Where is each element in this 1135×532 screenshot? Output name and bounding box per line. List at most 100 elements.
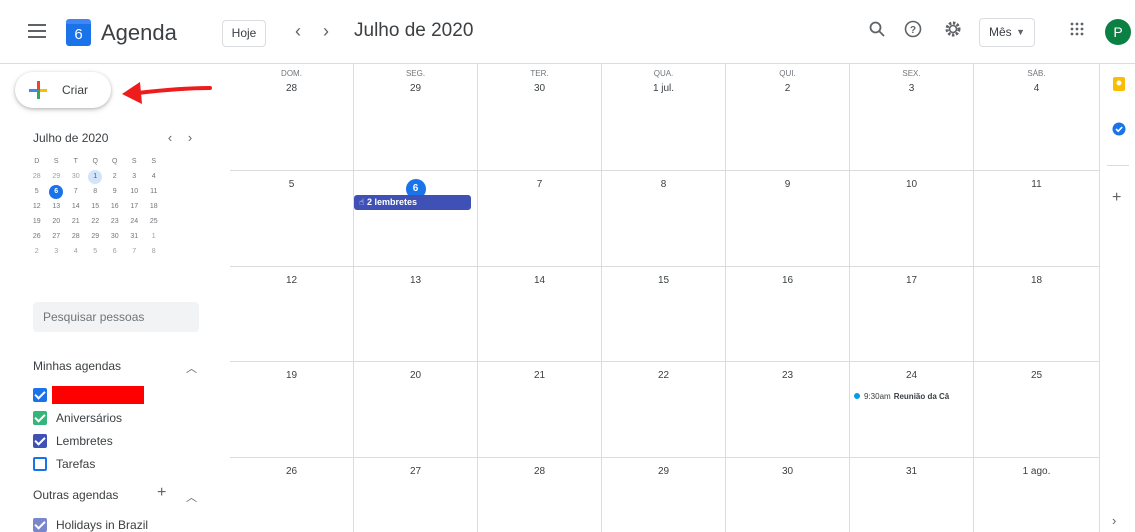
mini-day[interactable]: 17 bbox=[125, 199, 145, 214]
day-cell[interactable]: 20 bbox=[354, 362, 478, 458]
calendar-item-aniversarios[interactable]: Aniversários bbox=[33, 409, 122, 427]
mini-day[interactable]: 16 bbox=[105, 199, 125, 214]
mini-day[interactable]: 1 bbox=[144, 229, 164, 244]
day-number[interactable]: 16 bbox=[726, 275, 849, 286]
day-cell[interactable]: 14 bbox=[478, 267, 602, 362]
day-number[interactable]: 24 bbox=[850, 370, 973, 381]
day-cell[interactable]: 31 bbox=[850, 458, 974, 532]
mini-day[interactable]: 6 bbox=[105, 244, 125, 259]
day-number[interactable]: 15 bbox=[602, 275, 725, 286]
day-number[interactable]: 12 bbox=[230, 275, 353, 286]
collapse-caret-icon[interactable]: ︿ bbox=[186, 489, 197, 505]
app-title[interactable]: Agenda bbox=[101, 20, 177, 46]
day-number[interactable]: 18 bbox=[974, 275, 1099, 286]
settings-gear-icon[interactable] bbox=[941, 20, 965, 44]
day-cell[interactable]: 24 bbox=[850, 362, 974, 458]
mini-day[interactable]: 22 bbox=[86, 214, 106, 229]
search-icon[interactable] bbox=[865, 20, 889, 44]
day-cell[interactable]: 22 bbox=[602, 362, 726, 458]
mini-day[interactable]: 15 bbox=[86, 199, 106, 214]
keep-notes-icon[interactable] bbox=[1112, 76, 1126, 91]
day-number[interactable]: 5 bbox=[230, 179, 353, 190]
day-cell[interactable]: 6 bbox=[354, 171, 478, 267]
mini-day[interactable]: 25 bbox=[144, 214, 164, 229]
day-cell[interactable]: 21 bbox=[478, 362, 602, 458]
mini-day[interactable]: 28 bbox=[66, 229, 86, 244]
day-number[interactable]: 4 bbox=[974, 83, 1099, 94]
day-number[interactable]: 14 bbox=[478, 275, 601, 286]
add-calendar-plus-icon[interactable]: + bbox=[157, 484, 166, 502]
event-item[interactable]: 9:30am Reunião da Câ bbox=[854, 389, 970, 403]
day-cell[interactable]: QUI. 2 bbox=[726, 64, 850, 171]
mini-day[interactable]: 20 bbox=[47, 214, 67, 229]
mini-day[interactable]: 8 bbox=[144, 244, 164, 259]
mini-day[interactable]: 29 bbox=[86, 229, 106, 244]
day-number[interactable]: 9 bbox=[726, 179, 849, 190]
day-number[interactable]: 29 bbox=[602, 466, 725, 477]
day-number[interactable]: 2 bbox=[726, 83, 849, 94]
day-number[interactable]: 3 bbox=[850, 83, 973, 94]
mini-day[interactable]: 2 bbox=[105, 169, 125, 184]
day-cell[interactable]: 13 bbox=[354, 267, 478, 362]
day-cell[interactable]: 23 bbox=[726, 362, 850, 458]
mini-day[interactable]: 30 bbox=[66, 169, 86, 184]
mini-day[interactable]: 10 bbox=[125, 184, 145, 199]
calendar-item-lembretes[interactable]: Lembretes bbox=[33, 432, 113, 450]
checkbox-checked-icon[interactable] bbox=[33, 388, 47, 402]
day-number[interactable]: 13 bbox=[354, 275, 477, 286]
expand-panel-chevron-icon[interactable]: › bbox=[1112, 514, 1126, 528]
day-number[interactable]: 7 bbox=[478, 179, 601, 190]
day-number[interactable]: 30 bbox=[478, 83, 601, 94]
day-number[interactable]: 1 ago. bbox=[974, 466, 1099, 477]
mini-day[interactable]: 5 bbox=[86, 244, 106, 259]
day-number[interactable]: 29 bbox=[354, 83, 477, 94]
mini-day[interactable]: 3 bbox=[125, 169, 145, 184]
day-number[interactable]: 23 bbox=[726, 370, 849, 381]
mini-day[interactable]: 12 bbox=[27, 199, 47, 214]
day-number[interactable]: 1 jul. bbox=[602, 83, 725, 94]
calendar-item-holidays[interactable]: Holidays in Brazil bbox=[33, 516, 148, 532]
chevron-right-icon[interactable]: › bbox=[316, 21, 336, 42]
add-addon-plus-icon[interactable]: + bbox=[1112, 190, 1126, 206]
mini-day[interactable]: 24 bbox=[125, 214, 145, 229]
mini-day[interactable]: 18 bbox=[144, 199, 164, 214]
day-cell[interactable]: 18 bbox=[974, 267, 1099, 362]
checkbox-checked-icon[interactable] bbox=[33, 518, 47, 532]
day-number[interactable]: 26 bbox=[230, 466, 353, 477]
day-number[interactable]: 28 bbox=[230, 83, 353, 94]
other-calendars-title[interactable]: Outras agendas bbox=[33, 488, 118, 502]
day-number[interactable]: 10 bbox=[850, 179, 973, 190]
mini-day[interactable]: 1 bbox=[86, 169, 106, 184]
chevron-left-icon[interactable]: ‹ bbox=[288, 21, 308, 42]
day-cell[interactable]: 25 bbox=[974, 362, 1099, 458]
day-cell[interactable]: 10 bbox=[850, 171, 974, 267]
day-number[interactable]: 11 bbox=[974, 179, 1099, 190]
day-cell[interactable]: SEG. 29 bbox=[354, 64, 478, 171]
day-number[interactable]: 22 bbox=[602, 370, 725, 381]
day-number[interactable]: 8 bbox=[602, 179, 725, 190]
day-cell[interactable]: 29 bbox=[602, 458, 726, 532]
mini-next-month-icon[interactable]: › bbox=[183, 130, 197, 145]
checkbox-checked-icon[interactable] bbox=[33, 411, 47, 425]
day-cell[interactable]: 5 bbox=[230, 171, 354, 267]
mini-day[interactable]: 4 bbox=[66, 244, 86, 259]
mini-day[interactable]: 5 bbox=[27, 184, 47, 199]
day-number[interactable]: 27 bbox=[354, 466, 477, 477]
day-cell[interactable]: 8 bbox=[602, 171, 726, 267]
day-number[interactable]: 19 bbox=[230, 370, 353, 381]
day-cell[interactable]: 15 bbox=[602, 267, 726, 362]
apps-grid-icon[interactable] bbox=[1065, 20, 1089, 44]
mini-day[interactable]: 2 bbox=[27, 244, 47, 259]
day-number[interactable]: 28 bbox=[478, 466, 601, 477]
collapse-caret-icon[interactable]: ︿ bbox=[186, 360, 197, 376]
day-number[interactable]: 21 bbox=[478, 370, 601, 381]
mini-day[interactable]: 31 bbox=[125, 229, 145, 244]
day-number[interactable]: 25 bbox=[974, 370, 1099, 381]
day-cell[interactable]: 9 bbox=[726, 171, 850, 267]
mini-day[interactable]: 28 bbox=[27, 169, 47, 184]
mini-day[interactable]: 27 bbox=[47, 229, 67, 244]
day-cell[interactable]: 12 bbox=[230, 267, 354, 362]
mini-day[interactable]: 3 bbox=[47, 244, 67, 259]
day-cell[interactable]: SÁB. 4 bbox=[974, 64, 1099, 171]
search-people-input[interactable]: Pesquisar pessoas bbox=[33, 302, 199, 332]
